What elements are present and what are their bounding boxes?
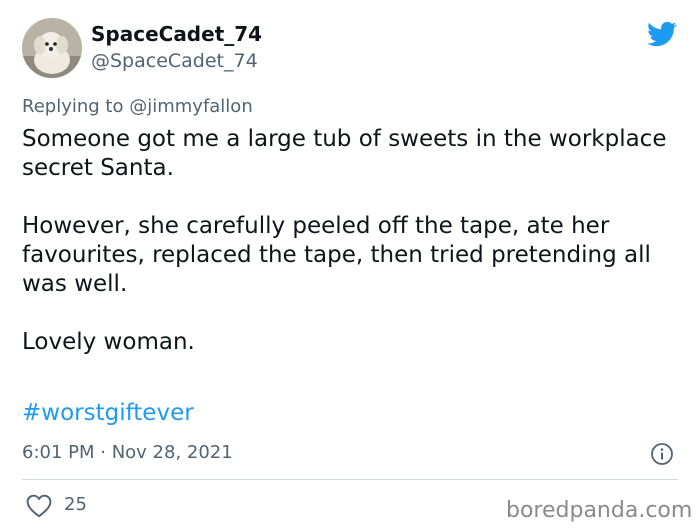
hashtag-link[interactable]: #worstgiftever (22, 400, 194, 426)
divider (22, 479, 678, 480)
display-name[interactable]: SpaceCadet_74 (91, 22, 262, 46)
info-icon[interactable] (650, 442, 674, 466)
tweet-paragraph: However, she carefully peeled off the ta… (22, 213, 651, 297)
replying-to-label: Replying to (22, 96, 124, 117)
avatar[interactable] (22, 18, 82, 78)
tweet-paragraph: Lovely woman. (22, 329, 195, 355)
replying-to: Replying to @jimmyfallon (22, 96, 253, 117)
tweet-text: Someone got me a large tub of sweets in … (22, 125, 682, 357)
twitter-bird-icon[interactable] (645, 19, 679, 49)
watermark: boredpanda.com (506, 498, 693, 523)
like-count: 25 (64, 494, 87, 515)
heart-icon[interactable] (26, 494, 52, 518)
tweet-timestamp[interactable]: 6:01 PM · Nov 28, 2021 (22, 442, 233, 463)
reply-mention-link[interactable]: @jimmyfallon (129, 96, 253, 117)
tweet-paragraph: Someone got me a large tub of sweets in … (22, 126, 667, 181)
user-handle[interactable]: @SpaceCadet_74 (91, 50, 258, 72)
